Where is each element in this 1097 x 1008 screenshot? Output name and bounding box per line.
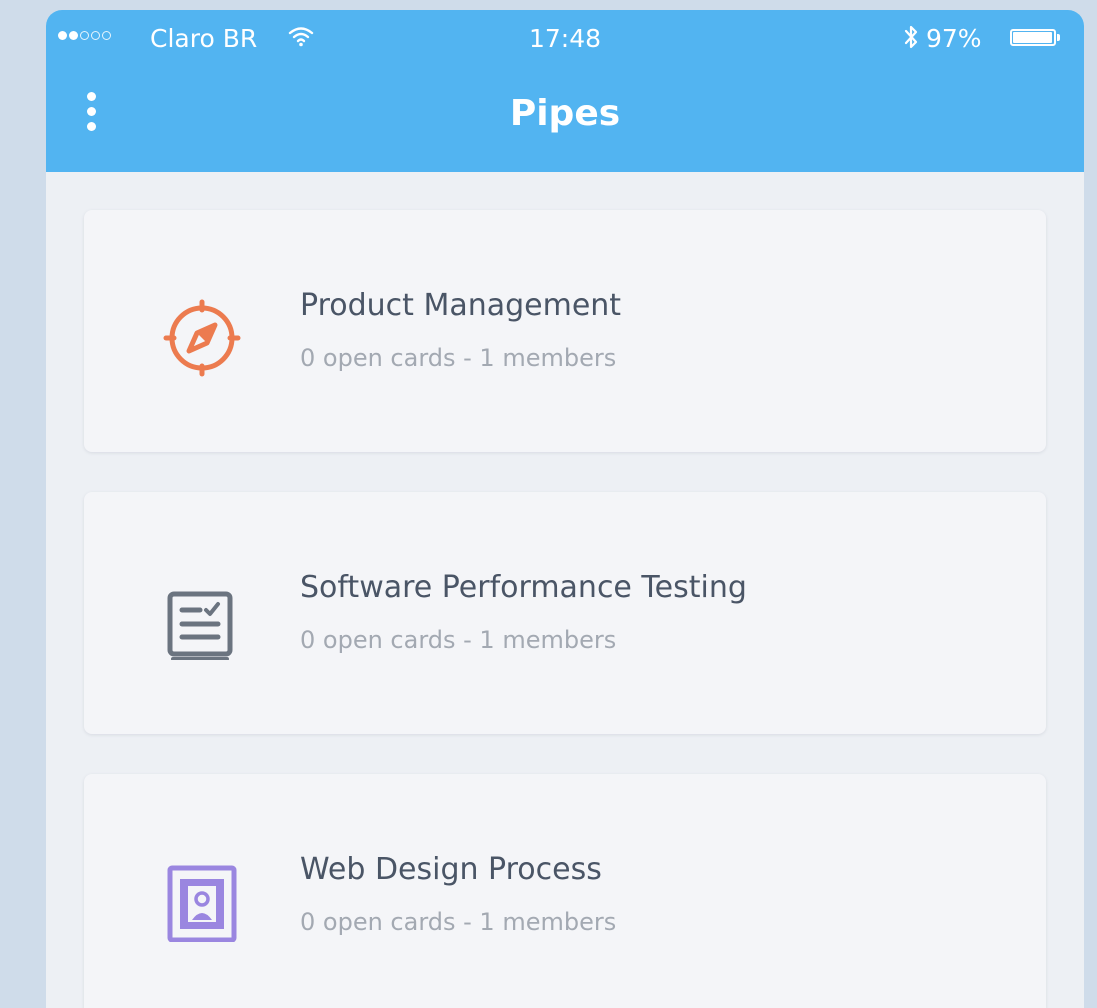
compass-icon bbox=[163, 299, 241, 377]
phone-screen: Claro BR 17:48 97% Pipes Product Managem… bbox=[46, 10, 1084, 1008]
pipe-name: Web Design Process bbox=[300, 852, 602, 887]
pipe-card-web-design-process[interactable]: Web Design Process 0 open cards - 1 memb… bbox=[84, 774, 1046, 1008]
page-title: Pipes bbox=[509, 93, 621, 134]
status-bar: Claro BR 17:48 97% bbox=[46, 10, 1084, 66]
pipe-card-product-management[interactable]: Product Management 0 open cards - 1 memb… bbox=[84, 210, 1046, 452]
pipe-details: 0 open cards - 1 members bbox=[300, 908, 617, 936]
pipe-card-software-performance-testing[interactable]: Software Performance Testing 0 open card… bbox=[84, 492, 1046, 734]
bluetooth-icon bbox=[904, 25, 918, 49]
pipe-name: Product Management bbox=[300, 288, 622, 323]
checklist-document-icon bbox=[167, 591, 233, 660]
framed-portrait-icon bbox=[167, 865, 237, 942]
pipe-name: Software Performance Testing bbox=[300, 570, 747, 605]
app-header: Claro BR 17:48 97% Pipes bbox=[46, 10, 1084, 172]
battery-icon bbox=[1010, 29, 1056, 46]
battery-cap bbox=[1057, 34, 1060, 41]
pipe-details: 0 open cards - 1 members bbox=[300, 344, 617, 372]
battery-percentage: 97% bbox=[926, 24, 982, 53]
battery-level-fill bbox=[1013, 32, 1052, 43]
pipe-details: 0 open cards - 1 members bbox=[300, 626, 617, 654]
